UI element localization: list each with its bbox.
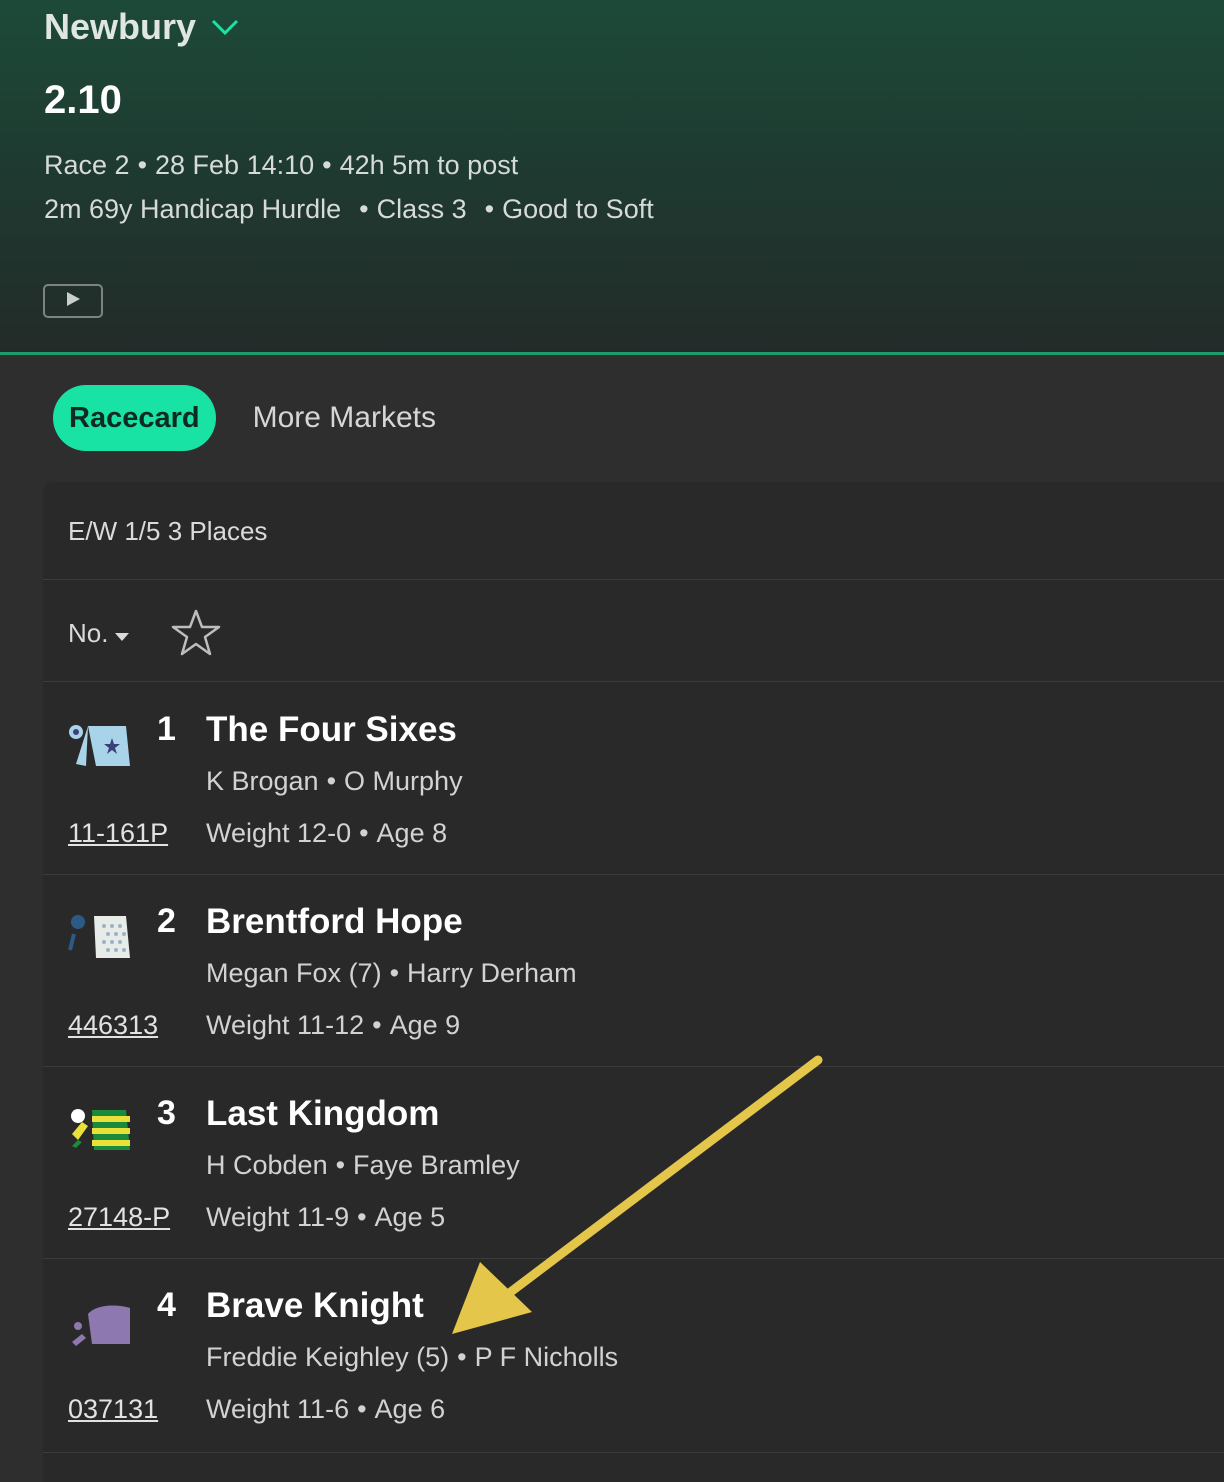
annotation-arrow-icon <box>452 1055 823 1334</box>
